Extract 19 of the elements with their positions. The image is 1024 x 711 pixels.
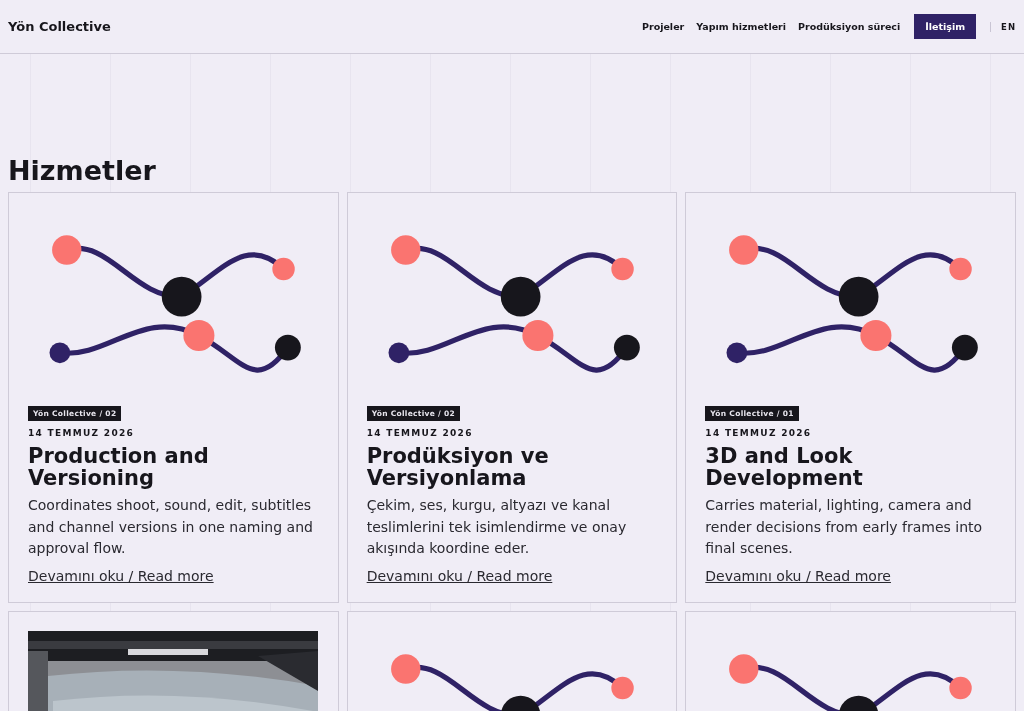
nav-link[interactable]: Prodüksiyon süreci (798, 21, 901, 32)
card-description: Carries material, lighting, camera and render decisions from early frames into final scenes. (705, 496, 984, 558)
section-title: Hizmetler (8, 154, 157, 188)
nav-link[interactable]: Projeler (642, 21, 685, 32)
site-logo[interactable]: Yön Collective (8, 19, 111, 34)
card-title: Production and Versioning (28, 445, 210, 489)
read-more-link[interactable]: Devamını oku / Read more (366, 567, 553, 584)
card-description: Çekim, ses, kurgu, altyazı ve kanal teslimlerini tek isimlendirme ve onay akışında koordine eder. (366, 496, 628, 558)
card-title: 3D and Look Development (705, 445, 864, 489)
date-label: 14 TEMMUZ 2026 (366, 428, 473, 438)
date-label: 14 TEMMUZ 2026 (705, 428, 812, 438)
card-title: Prodüksiyon ve Versiyonlama (366, 445, 550, 489)
read-more-link[interactable]: Devamını oku / Read more (705, 567, 891, 584)
read-more-link[interactable]: Devamını oku / Read more (28, 567, 214, 584)
card-description: Coordinates shoot, sound, edit, subtitles and channel versions in one naming and approval flow. (28, 496, 314, 558)
contact-button[interactable]: İletişim (914, 14, 977, 39)
date-label: 14 TEMMUZ 2026 (28, 428, 135, 438)
nav-link[interactable]: Yapım hizmetleri (696, 21, 787, 32)
language-link[interactable]: EN (1001, 21, 1016, 32)
